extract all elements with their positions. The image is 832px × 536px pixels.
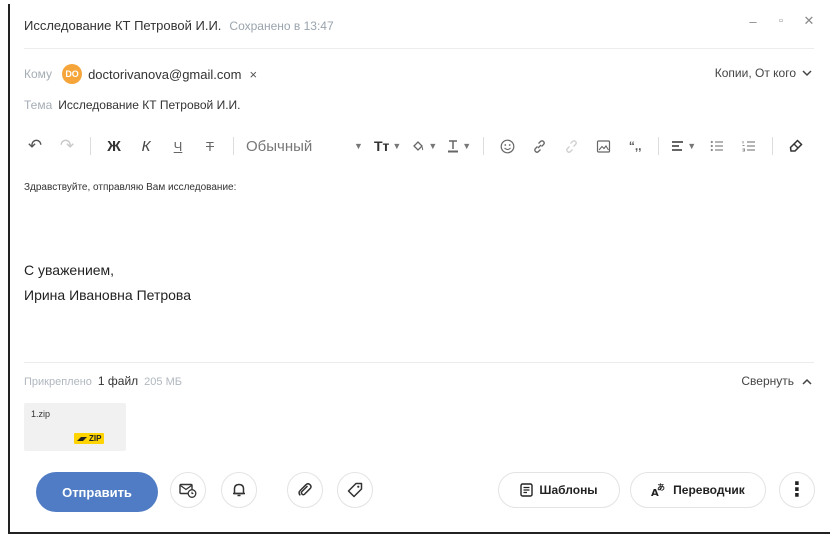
subject-row[interactable]: Тема Исследование КТ Петровой И.И. <box>24 98 241 112</box>
remove-recipient-icon[interactable]: × <box>249 67 257 82</box>
paperclip-icon <box>298 482 312 496</box>
compose-header: Исследование КТ Петровой И.И. Сохранено … <box>24 18 334 33</box>
link-icon <box>533 139 545 153</box>
cc-from-label: Копии, От кого <box>714 66 796 80</box>
attachments-count: 1 файл <box>97 374 139 388</box>
header-divider <box>24 48 814 49</box>
toolbar-divider <box>772 137 774 155</box>
eraser-icon <box>789 139 803 152</box>
close-button[interactable]: ✕ <box>802 13 816 28</box>
zip-badge: ZIP <box>74 433 105 444</box>
chevron-up-icon <box>802 378 812 385</box>
collapse-attachments-button[interactable]: Свернуть <box>741 374 812 388</box>
attachment-file-card[interactable]: 1.zip ZIP <box>24 403 126 451</box>
template-icon <box>520 483 534 497</box>
attachments-divider <box>24 362 814 363</box>
message-signature[interactable]: Ирина Ивановна Петрова <box>24 287 191 303</box>
templates-label: Шаблоны <box>539 483 598 497</box>
unlink-icon <box>565 139 577 153</box>
archive-icon <box>77 436 87 441</box>
recipient-chip[interactable]: DO doctorivanova@gmail.com × <box>62 64 257 84</box>
translator-label: Переводчик <box>673 483 745 497</box>
font-size-button[interactable]: Tт ▼ <box>374 134 401 158</box>
toolbar-divider <box>483 137 485 155</box>
text-color-icon <box>448 140 459 153</box>
attachments-label: Прикреплено <box>24 376 92 388</box>
envelope-clock-icon <box>179 483 197 498</box>
italic-button[interactable]: К <box>135 134 157 158</box>
toolbar-divider <box>658 137 660 155</box>
bell-icon <box>233 483 245 497</box>
more-icon: ⋮ <box>787 479 807 501</box>
minimize-button[interactable]: – <box>746 14 760 29</box>
toolbar-divider <box>233 137 234 155</box>
font-size-icon: Tт <box>374 138 390 154</box>
cc-from-toggle[interactable]: Копии, От кого <box>715 66 812 80</box>
paint-bucket-icon <box>413 141 424 151</box>
svg-text:あ: あ <box>657 483 665 492</box>
numbered-list-icon <box>742 141 756 152</box>
smiley-icon <box>500 139 515 153</box>
insert-image-button[interactable] <box>592 134 614 158</box>
compose-title: Исследование КТ Петровой И.И. <box>24 18 222 33</box>
attachments-summary: Прикреплено 1 файл 205 МБ <box>24 374 182 388</box>
align-button[interactable]: ▼ <box>671 134 696 158</box>
toolbar-divider <box>90 137 91 155</box>
translate-icon: Aあ <box>651 483 665 497</box>
attachment-file-name: 1.zip <box>31 409 51 419</box>
send-button[interactable]: Отправить <box>36 472 158 512</box>
avatar: DO <box>62 64 83 84</box>
image-icon <box>596 139 610 153</box>
quote-icon: “,, <box>628 139 642 153</box>
undo-button[interactable]: ↶ <box>24 134 46 158</box>
fill-color-button[interactable]: ▼ <box>411 134 437 158</box>
bulleted-list-button[interactable] <box>706 134 728 158</box>
collapse-label: Свернуть <box>741 374 794 388</box>
to-label: Кому <box>24 67 53 81</box>
text-style-value: Обычный <box>246 137 313 155</box>
message-greeting[interactable]: Здравствуйте, отправляю Вам исследование… <box>24 182 236 193</box>
recipient-email: doctorivanova@gmail.com <box>88 66 242 82</box>
strikethrough-button[interactable]: Т <box>199 134 221 158</box>
bulleted-list-icon <box>710 140 724 152</box>
clear-formatting-button[interactable] <box>785 134 807 158</box>
templates-button[interactable]: Шаблоны <box>498 472 620 508</box>
tag-icon <box>347 482 363 498</box>
chevron-down-icon <box>802 69 812 76</box>
subject-input[interactable]: Исследование КТ Петровой И.И. <box>58 98 240 112</box>
quote-button[interactable]: “,, <box>624 134 646 158</box>
attach-file-button[interactable] <box>287 472 323 508</box>
subject-label: Тема <box>24 98 53 112</box>
text-style-select[interactable]: Обычный <box>246 134 336 158</box>
label-button[interactable] <box>337 472 373 508</box>
text-style-dropdown-icon[interactable]: ▼ <box>346 134 368 158</box>
to-row: Кому DO doctorivanova@gmail.com × <box>24 64 257 84</box>
bold-button[interactable]: Ж <box>103 134 125 158</box>
restore-button[interactable]: ▫ <box>774 14 788 28</box>
text-color-button[interactable]: ▼ <box>447 134 471 158</box>
redo-button[interactable]: ↷ <box>56 134 78 158</box>
saved-status: Сохранено в 13:47 <box>229 19 334 33</box>
window-controls: – ▫ ✕ <box>746 13 816 29</box>
schedule-send-button[interactable] <box>170 472 206 508</box>
message-closing[interactable]: С уважением, <box>24 262 114 278</box>
numbered-list-button[interactable] <box>738 134 760 158</box>
insert-link-button[interactable] <box>528 134 550 158</box>
translator-button[interactable]: Aあ Переводчик <box>630 472 766 508</box>
reminder-button[interactable] <box>221 472 257 508</box>
zip-badge-label: ZIP <box>89 434 102 443</box>
attachments-size: 205 МБ <box>144 376 182 388</box>
remove-link-button[interactable] <box>560 134 582 158</box>
underline-button[interactable]: Ч <box>167 134 189 158</box>
emoji-button[interactable] <box>496 134 518 158</box>
align-left-icon <box>672 141 684 151</box>
more-options-button[interactable]: ⋮ <box>779 472 815 508</box>
formatting-toolbar: ↶ ↷ Ж К Ч Т Обычный ▼ Tт ▼ ▼ ▼ “,, ▼ <box>24 132 817 160</box>
